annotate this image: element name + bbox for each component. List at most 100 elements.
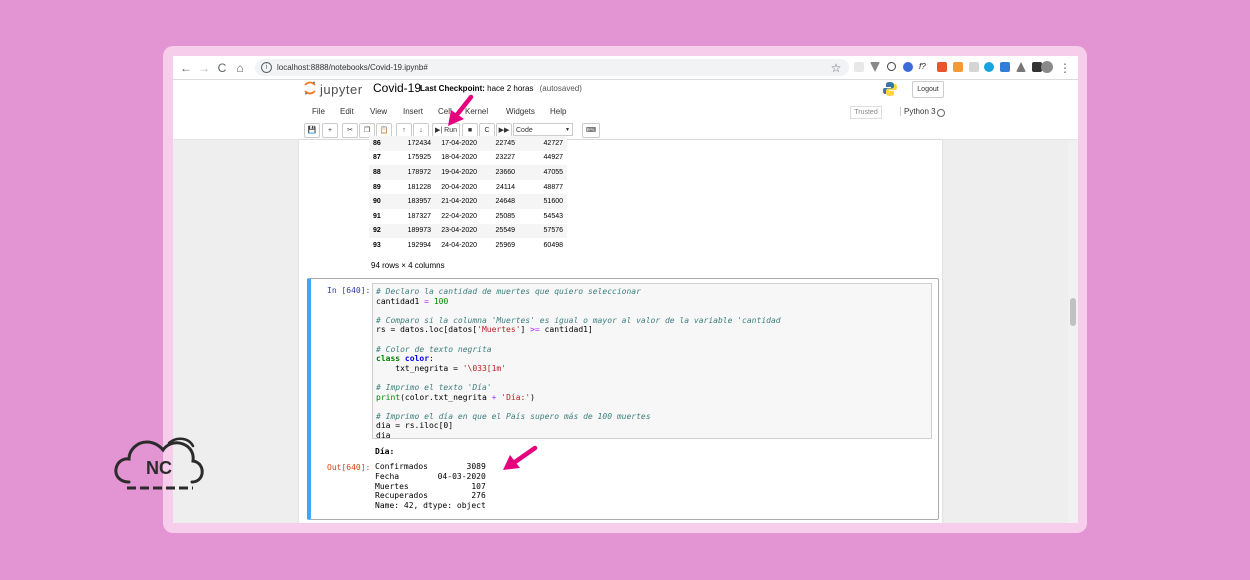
table-cell: 22745 [481,136,519,151]
avatar[interactable] [1041,61,1053,73]
table-cell: 25969 [495,241,515,249]
extension-drive-icon[interactable] [1016,62,1026,72]
menu-help[interactable]: Help [550,107,566,116]
row-index: 92 [369,223,399,239]
code-token: color [404,354,430,364]
code-editor[interactable]: # Declaro la cantidad de muertes que qui… [372,283,932,440]
extension-globe-icon[interactable] [984,62,994,72]
nc-cloud-logo-icon: NC [114,437,204,490]
browser-menu-icon[interactable]: ⋮ [1058,61,1072,75]
table-cell: 25549 [481,223,519,239]
code-token: '\033[1m' [462,363,507,373]
menu-edit[interactable]: Edit [340,107,354,116]
table-cell: 60498 [543,241,563,249]
menu-file[interactable]: File [312,107,325,116]
table-cell: 24-04-2020 [441,241,477,249]
jupyter-logo-icon[interactable] [304,81,316,95]
table-cell: 24648 [481,194,519,209]
menu-view[interactable]: View [370,107,387,116]
code-token: 100 [433,296,449,306]
code-token: 'Día:' [496,392,531,402]
browser-window: ← → C ⌂ i localhost:8888/notebooks/Covid… [173,56,1078,523]
menu-insert[interactable]: Insert [403,107,423,116]
back-icon[interactable]: ← [179,61,193,75]
code-comment: # Color de texto negrita [376,344,492,354]
extension-orange-icon[interactable] [937,62,947,72]
notebook-title[interactable]: Covid-19 [373,81,421,95]
code-token: dia [376,430,391,440]
scrollbar-thumb[interactable] [1070,298,1076,326]
code-token: 'Muertes' [477,325,521,335]
code-token: ] [520,325,531,335]
code-token: rs = datos.loc[datos[ [376,325,478,335]
table-cell: 54543 [543,212,563,220]
code-token: txt_negrita = [376,363,463,373]
table-cell: 44927 [543,154,563,162]
code-token: print [376,392,401,402]
address-bar[interactable]: i localhost:8888/notebooks/Covid-19.ipyn… [255,59,849,76]
row-index: 89 [373,183,381,191]
add-cell-button[interactable]: + [322,123,338,138]
forward-icon[interactable]: → [197,61,211,75]
output-arrow-annotation-icon [503,445,538,470]
code-comment: # Comparo si la columna 'Muertes' es igu… [376,315,781,325]
code-token: >= [530,325,540,335]
cell-type-select[interactable]: Code ▾ [513,123,573,136]
table-cell: 48877 [543,183,563,191]
code-token: cantidad1] [539,325,593,335]
code-cell-selected[interactable]: In [640]: # Declaro la cantidad de muert… [307,278,939,520]
table-row: 88 178972 19-04-2020 23660 47055 [369,165,567,180]
output-text: Confirmados 3089 Fecha 04-03-2020 Muerte… [375,462,486,511]
table-cell: 18-04-2020 [441,154,477,162]
address-url: localhost:8888/notebooks/Covid-19.ipynb# [277,63,428,72]
table-cell: 51600 [519,194,567,209]
browser-toolbar: ← → C ⌂ i localhost:8888/notebooks/Covid… [173,56,1078,80]
table-cell: 42727 [519,136,567,151]
table-cell: 24114 [496,183,515,191]
table-cell: 57576 [519,223,567,239]
notebook-toolbar: 💾 + ✂ ❐ 📋 ↑ ↓ ▶| Run ■ C ▶▶ Code ▾ ⌨ [173,122,1078,140]
extension-fx-icon[interactable]: f? [919,62,931,72]
keyboard-icon[interactable]: ⌨ [582,123,600,138]
extension-blue-icon[interactable] [903,62,913,72]
table-cell: 23227 [495,154,515,162]
extension-blank-icon[interactable] [854,62,864,72]
table-cell: 21-04-2020 [435,194,481,209]
code-token: cantidad1 [376,296,420,306]
autosaved-status: (autosaved) [539,84,582,93]
bookmark-star-icon[interactable]: ☆ [829,61,843,75]
extension-block-icon[interactable] [887,62,896,71]
code-token: = [419,296,434,306]
trusted-badge[interactable]: Trusted [850,106,882,119]
table-cell: 20-04-2020 [441,183,477,191]
jupyter-logo-text[interactable]: jupyter [320,82,363,97]
save-icon[interactable]: 💾 [304,123,320,138]
logout-button[interactable]: Logout [912,81,944,98]
home-icon[interactable]: ⌂ [233,61,247,75]
extension-filter-icon[interactable] [870,62,880,72]
table-cell: 183957 [399,194,435,209]
dataframe-shape: 94 rows × 4 columns [371,261,445,270]
row-index: 87 [373,154,381,162]
dataframe-body: 86 172434 17-04-2020 22745 42727 87 175925 18-0… [369,136,567,253]
checkpoint-status: Last Checkpoint: hace 2 horas (autosaved… [420,84,582,93]
code-token: : [429,354,434,364]
extension-grey-icon[interactable] [969,62,979,72]
row-index: 90 [369,194,399,209]
page-scrollbar[interactable] [1068,140,1078,523]
site-info-icon[interactable]: i [261,62,272,73]
code-comment: # Imprimo el texto 'Día' [376,382,492,392]
reload-icon[interactable]: C [215,61,229,75]
extension-translate-icon[interactable] [1000,62,1010,72]
table-cell: 23-04-2020 [435,223,481,239]
nc-logo-text: NC [146,458,172,478]
code-token: class [376,354,401,364]
row-index: 86 [369,136,399,151]
table-cell: 17-04-2020 [435,136,481,151]
row-index: 91 [373,212,381,220]
table-cell: 172434 [399,136,435,151]
cut-icon[interactable]: ✂ [342,123,358,138]
menu-widgets[interactable]: Widgets [506,107,535,116]
extension-amber-icon[interactable] [953,62,963,72]
kernel-name[interactable]: Python 3 [900,107,936,116]
